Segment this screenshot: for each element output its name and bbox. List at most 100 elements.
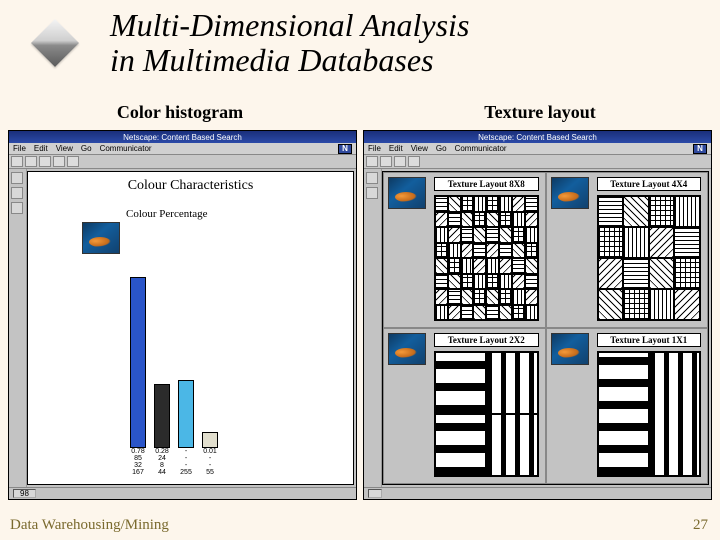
axis-label: 85 bbox=[130, 455, 146, 462]
texture-cell bbox=[435, 196, 448, 212]
texture-cell bbox=[649, 258, 675, 289]
texture-cell bbox=[486, 352, 537, 414]
menu-item[interactable]: Edit bbox=[34, 144, 48, 153]
texture-cell bbox=[486, 305, 499, 321]
toolbar-button[interactable] bbox=[394, 156, 406, 167]
quad-title: Texture Layout 1X1 bbox=[597, 333, 702, 347]
menu-item[interactable]: File bbox=[13, 144, 26, 153]
texture-cell bbox=[473, 227, 486, 243]
texture-cell bbox=[486, 289, 499, 305]
texture-cell bbox=[435, 258, 448, 274]
texture-cell bbox=[499, 212, 512, 228]
toolbar-button[interactable] bbox=[11, 172, 23, 184]
texture-cell bbox=[525, 258, 538, 274]
texture-layout-window: Netscape: Content Based Search File Edit… bbox=[363, 130, 712, 500]
texture-cell bbox=[461, 289, 474, 305]
toolbar bbox=[9, 155, 356, 169]
menu-bar: File Edit View Go Communicator N bbox=[9, 143, 356, 155]
texture-cell bbox=[649, 196, 675, 227]
menu-item[interactable]: Edit bbox=[389, 144, 403, 153]
texture-cell bbox=[473, 258, 486, 274]
toolbar-button[interactable] bbox=[25, 156, 37, 167]
toolbar-button[interactable] bbox=[67, 156, 79, 167]
toolbar-button[interactable] bbox=[39, 156, 51, 167]
texture-quad-8x8: Texture Layout 8X8 bbox=[383, 172, 546, 328]
axis-label: 55 bbox=[202, 469, 218, 476]
status-bar: 98 bbox=[9, 487, 356, 499]
page-number: 27 bbox=[693, 517, 708, 534]
axis-label: - bbox=[178, 462, 194, 469]
toolbar-button[interactable] bbox=[366, 187, 378, 199]
texture-cell bbox=[525, 305, 538, 321]
toolbar-button[interactable] bbox=[11, 202, 23, 214]
texture-cell bbox=[649, 352, 700, 476]
texture-cell bbox=[435, 352, 486, 414]
menu-item[interactable]: File bbox=[368, 144, 381, 153]
texture-cell bbox=[525, 212, 538, 228]
texture-cell bbox=[512, 289, 525, 305]
query-image-thumb bbox=[388, 333, 426, 365]
toolbar-button[interactable] bbox=[53, 156, 65, 167]
slide-footer: Data Warehousing/Mining bbox=[10, 517, 169, 534]
texture-cell bbox=[473, 289, 486, 305]
diamond-bullet-icon bbox=[31, 19, 79, 67]
texture-cell bbox=[486, 414, 537, 476]
axis-label: 0.01 bbox=[202, 448, 218, 455]
toolbar-button[interactable] bbox=[408, 156, 420, 167]
axis-label: - bbox=[178, 448, 194, 455]
axis-label: 167 bbox=[130, 469, 146, 476]
bar bbox=[154, 384, 170, 448]
toolbar-button[interactable] bbox=[11, 187, 23, 199]
menu-item[interactable]: View bbox=[56, 144, 73, 153]
texture-cell bbox=[598, 289, 624, 320]
menu-item[interactable]: Communicator bbox=[100, 144, 152, 153]
texture-cell bbox=[486, 196, 499, 212]
axis-label: 0.28 bbox=[154, 448, 170, 455]
texture-cell bbox=[435, 212, 448, 228]
menu-item[interactable]: Go bbox=[436, 144, 447, 153]
panel-heading: Colour Characteristics bbox=[28, 178, 353, 194]
toolbar-button[interactable] bbox=[380, 156, 392, 167]
texture-cell bbox=[435, 227, 448, 243]
texture-cell bbox=[448, 243, 461, 259]
quad-title: Texture Layout 4X4 bbox=[597, 177, 702, 191]
texture-cell bbox=[649, 227, 675, 258]
bar bbox=[130, 277, 146, 448]
texture-cell bbox=[499, 258, 512, 274]
texture-cell bbox=[623, 258, 649, 289]
texture-cell bbox=[512, 227, 525, 243]
menu-item[interactable]: Go bbox=[81, 144, 92, 153]
texture-quad-4x4: Texture Layout 4X4 bbox=[546, 172, 709, 328]
texture-cell bbox=[512, 305, 525, 321]
texture-cell bbox=[448, 258, 461, 274]
texture-cell bbox=[512, 212, 525, 228]
toolbar-button[interactable] bbox=[11, 156, 23, 167]
texture-cell bbox=[598, 227, 624, 258]
color-bar-chart: 0.780.28-0.018524--328--1674425555 bbox=[126, 220, 345, 476]
texture-cell bbox=[486, 243, 499, 259]
texture-cell bbox=[674, 289, 700, 320]
axis-label: 255 bbox=[178, 469, 194, 476]
texture-cell bbox=[525, 243, 538, 259]
axis-label: 24 bbox=[154, 455, 170, 462]
texture-cell bbox=[623, 196, 649, 227]
texture-cell bbox=[448, 289, 461, 305]
texture-cell bbox=[448, 227, 461, 243]
texture-cell bbox=[473, 212, 486, 228]
texture-cell bbox=[461, 212, 474, 228]
texture-cell bbox=[486, 212, 499, 228]
menu-item[interactable]: View bbox=[411, 144, 428, 153]
axis-label: 8 bbox=[154, 462, 170, 469]
toolbar-button[interactable] bbox=[366, 156, 378, 167]
texture-cell bbox=[512, 274, 525, 290]
menu-item[interactable]: Communicator bbox=[455, 144, 507, 153]
texture-cell bbox=[649, 289, 675, 320]
query-image-thumb bbox=[388, 177, 426, 209]
toolbar-button[interactable] bbox=[366, 172, 378, 184]
texture-cell bbox=[486, 227, 499, 243]
texture-cell bbox=[598, 258, 624, 289]
window-titlebar: Netscape: Content Based Search bbox=[9, 131, 356, 143]
texture-cell bbox=[461, 227, 474, 243]
subhead-right: Texture layout bbox=[360, 102, 720, 123]
texture-cell bbox=[435, 274, 448, 290]
